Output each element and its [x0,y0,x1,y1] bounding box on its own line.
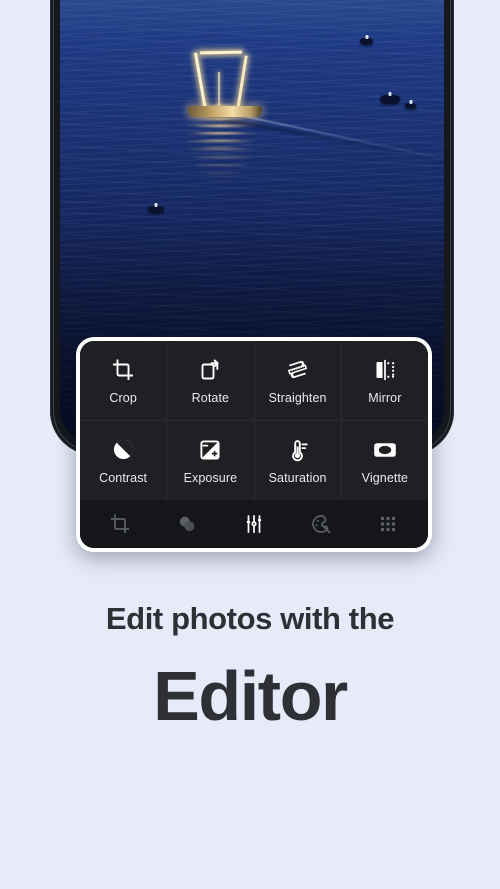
tool-label: Rotate [191,390,230,405]
editor-tool-panel: Crop Rotate Straighten Mirror Contrast E… [76,337,432,552]
tool-crop[interactable]: Crop [80,341,167,420]
small-boat [405,100,416,109]
tool-rotate[interactable]: Rotate [167,341,254,420]
tool-straighten[interactable]: Straighten [254,341,341,420]
sailboat-rigging-top [199,50,243,55]
tool-label: Saturation [268,470,327,485]
straighten-icon [285,357,311,383]
vignette-icon [372,437,398,463]
grid-tab-icon[interactable] [371,509,405,539]
small-boat [148,203,164,213]
boat-light-dot [365,35,368,39]
boat-light-dot [409,100,412,104]
tool-contrast[interactable]: Contrast [80,421,167,500]
boat-light-dot [388,92,392,96]
filters-tab-icon[interactable] [170,509,204,539]
caption-block: Edit photos with the Editor [0,601,500,736]
sailboat-hull [188,106,262,117]
crop-tab-icon[interactable] [103,509,137,539]
rotate-icon [197,357,223,383]
small-boat [380,92,400,104]
small-boat [360,35,373,45]
tool-label: Vignette [361,470,409,485]
tool-label: Exposure [183,470,238,485]
tool-saturation[interactable]: Saturation [254,421,341,500]
contrast-icon [110,437,136,463]
editor-tool-grid: Crop Rotate Straighten Mirror Contrast E… [80,341,428,500]
page-title: Editor [153,657,348,736]
water-reflection-inner [196,118,244,180]
saturation-icon [285,437,311,463]
effects-tab-icon[interactable] [304,509,338,539]
tool-label: Crop [109,390,137,405]
tool-label: Straighten [268,390,327,405]
lit-sailboat [180,50,290,216]
boat-light-dot [154,203,158,207]
editor-bottom-tabbar [80,500,428,548]
tool-label: Mirror [368,390,402,405]
adjust-tab-icon[interactable] [237,509,271,539]
tool-exposure[interactable]: Exposure [167,421,254,500]
crop-icon [110,357,136,383]
mirror-icon [372,357,398,383]
tool-label: Contrast [99,470,148,485]
exposure-icon [197,437,223,463]
tool-vignette[interactable]: Vignette [341,421,428,500]
tool-mirror[interactable]: Mirror [341,341,428,420]
caption-line-1: Edit photos with the [105,601,395,636]
